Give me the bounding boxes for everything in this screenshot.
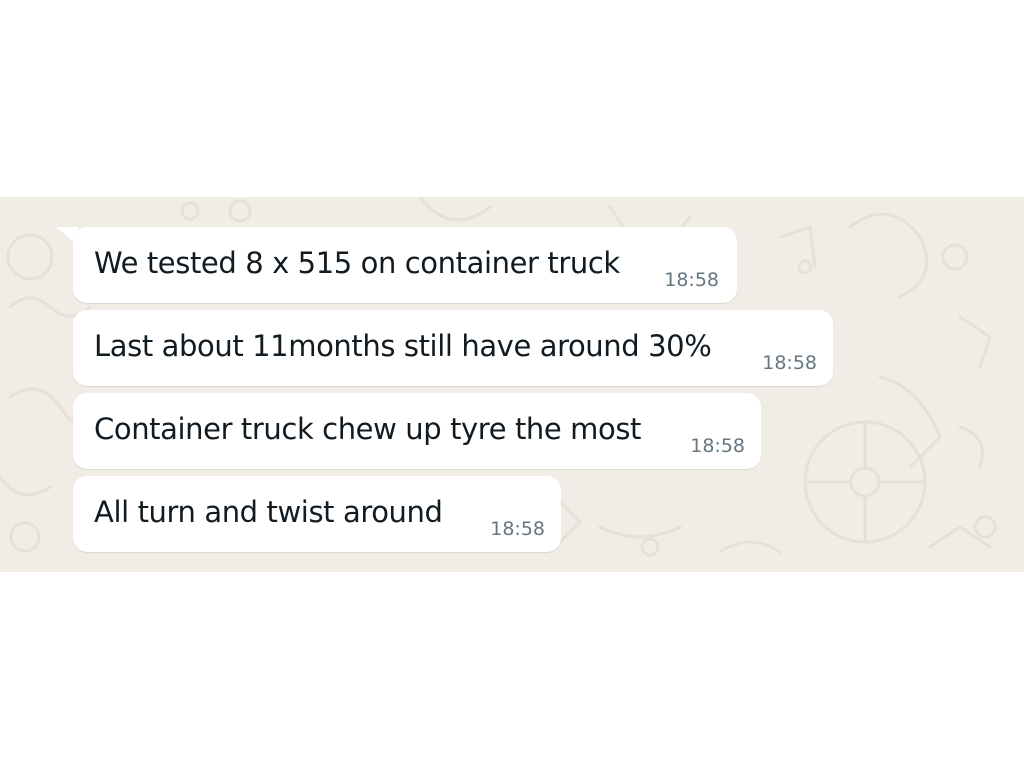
message-text: All turn and twist around	[94, 495, 443, 529]
message-timestamp: 18:58	[490, 518, 545, 540]
message-bubble[interactable]: Container truck chew up tyre the most 18…	[73, 393, 761, 469]
message-bubble[interactable]: All turn and twist around 18:58	[73, 476, 561, 552]
chat-panel[interactable]: We tested 8 x 515 on container truck 18:…	[0, 197, 1024, 572]
message-timestamp: 18:58	[762, 352, 817, 374]
message-timestamp: 18:58	[664, 269, 719, 291]
message-text: Last about 11months still have around 30…	[94, 329, 712, 363]
message-bubble[interactable]: We tested 8 x 515 on container truck 18:…	[73, 227, 737, 303]
message-timestamp: 18:58	[690, 435, 745, 457]
message-bubble[interactable]: Last about 11months still have around 30…	[73, 310, 833, 386]
screenshot-page: We tested 8 x 515 on container truck 18:…	[0, 0, 1024, 768]
message-text: Container truck chew up tyre the most	[94, 412, 642, 446]
message-text: We tested 8 x 515 on container truck	[94, 246, 620, 280]
